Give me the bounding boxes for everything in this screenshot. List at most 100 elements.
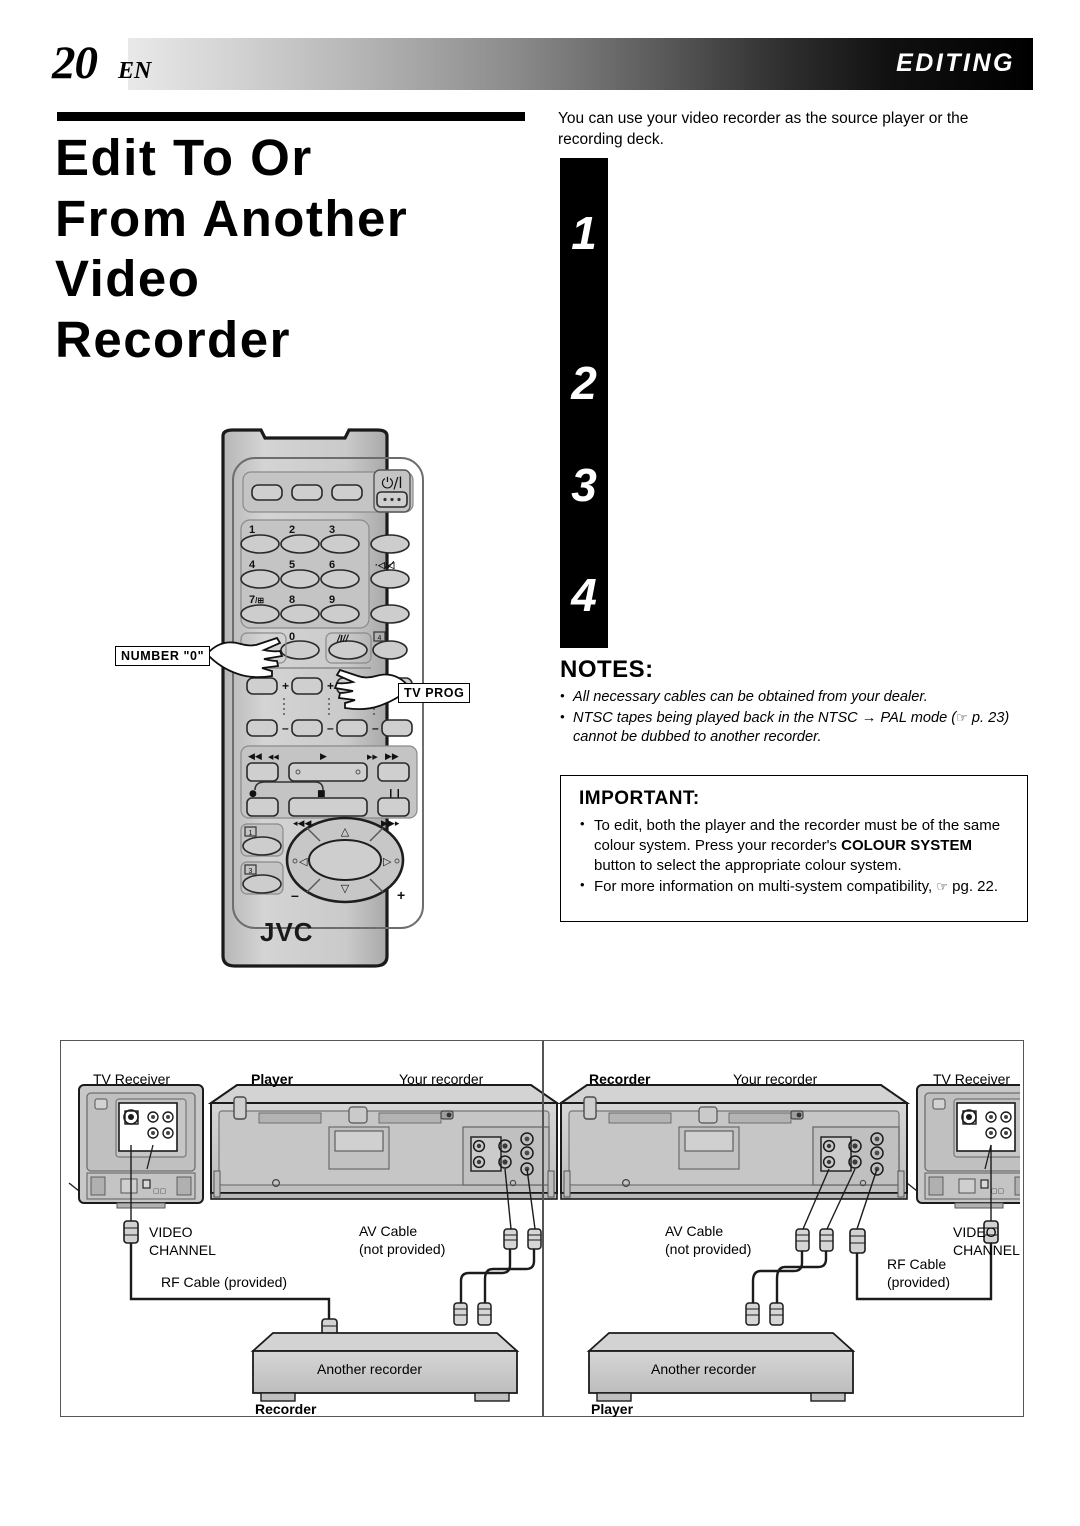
label-left-av-cable-line1: AV Cable xyxy=(359,1223,418,1239)
remote-button-top-1[interactable] xyxy=(251,484,283,501)
label-left-av-cable-line2: (not provided) xyxy=(359,1241,446,1257)
rewind-button[interactable] xyxy=(246,762,279,782)
key-button-9[interactable] xyxy=(320,604,360,624)
note-item-2: NTSC tapes being played back in the NTSC… xyxy=(560,708,1032,748)
tv-button-1[interactable] xyxy=(242,836,282,856)
left-tv-receiver: ▢▢ xyxy=(68,1084,204,1209)
important-1-b: button to select the appropriate colour … xyxy=(594,856,902,874)
rf-plug-tv xyxy=(123,1220,139,1244)
jvc-logo: JVC xyxy=(260,917,314,947)
channel-minus-button-1[interactable] xyxy=(246,719,278,737)
key-button-side-2[interactable] xyxy=(370,604,410,624)
minus-icon-1: – xyxy=(282,721,289,735)
callout-tv-prog: TV PROG xyxy=(398,683,471,703)
page-title-line-2: From Another xyxy=(55,189,409,247)
remote-control-illustration: ⏻/l 1 2 3 4 5 6 7/⊞ 8 9 0 ·◁/◁̸ /I// 4 +… xyxy=(115,428,490,973)
rewind-slow-icon: ◀◀ xyxy=(268,753,279,761)
left-your-recorder xyxy=(207,1084,561,1200)
label-left-your-recorder: Your recorder xyxy=(399,1071,484,1087)
volume-icon: ·◁/◁̸ xyxy=(375,560,395,570)
rf-plug-right xyxy=(849,1228,866,1254)
note-2-b: PAL mode ( xyxy=(876,709,957,726)
key-button-6[interactable] xyxy=(320,569,360,589)
key-label-6: 6 xyxy=(329,559,335,571)
rca-plug xyxy=(503,1228,542,1250)
label-left-player: Player xyxy=(251,1071,294,1087)
page-title: Edit To Or From Another Video Recorder xyxy=(55,128,555,371)
key-button-volume[interactable] xyxy=(370,569,410,589)
diagram-svg: ▢▢ ▢▢ xyxy=(68,1084,1042,1402)
key-label-2: 2 xyxy=(289,524,295,536)
key-button-7[interactable] xyxy=(240,604,280,624)
tv-num-icon-1: 1 xyxy=(249,830,253,837)
connection-diagrams: ▢▢ ▢▢ TV Receiver Player Your recorder V… xyxy=(60,1040,1042,1417)
key-button-3[interactable] xyxy=(320,534,360,554)
key-button-side-1[interactable] xyxy=(370,534,410,554)
channel-minus-button-4[interactable] xyxy=(381,719,413,737)
section-title: EDITING xyxy=(896,49,1015,77)
diagram-divider xyxy=(542,1041,544,1416)
key-label-9: 9 xyxy=(329,594,335,606)
channel-plus-button-2[interactable] xyxy=(291,677,323,695)
label-right-tv-receiver: TV Receiver xyxy=(933,1071,1011,1087)
prev-icon: ◂◀◀ xyxy=(293,819,311,829)
shuttle-center[interactable] xyxy=(308,839,382,881)
remote-top-buttons[interactable] xyxy=(251,484,363,501)
label-left-video-line1: VIDEO xyxy=(149,1224,193,1240)
key-button-display[interactable] xyxy=(372,640,408,660)
right-arrow-icon: ▷ xyxy=(383,855,392,868)
important-item-2: For more information on multi-system com… xyxy=(579,876,1009,897)
remote-button-top-3[interactable] xyxy=(331,484,363,501)
key-button-1[interactable] xyxy=(240,534,280,554)
stop-button[interactable] xyxy=(288,797,368,817)
key-button-5[interactable] xyxy=(280,569,320,589)
fastforward-icon: ▶▶ xyxy=(385,752,399,762)
channel-plus-button-1[interactable] xyxy=(246,677,278,695)
tv-button-2[interactable] xyxy=(242,874,282,894)
play-icon: ▶ xyxy=(320,752,327,762)
key-button-0[interactable] xyxy=(280,640,320,660)
step-number-2: 2 xyxy=(571,357,597,409)
step-number-1: 1 xyxy=(571,207,597,259)
note-item-1: All necessary cables can be obtained fro… xyxy=(560,687,1032,708)
key-button-2[interactable] xyxy=(280,534,320,554)
label-right-video-line1: VIDEO xyxy=(953,1224,997,1240)
label-right-rf-cable-line1: RF Cable xyxy=(887,1256,947,1272)
label-left-tv-receiver: TV Receiver xyxy=(93,1071,171,1087)
key-button-8[interactable] xyxy=(280,604,320,624)
play-button[interactable] xyxy=(288,762,368,782)
key-button-4[interactable] xyxy=(240,569,280,589)
power-dot-2 xyxy=(390,497,394,502)
up-arrow-icon: △ xyxy=(341,825,350,838)
notes-heading: NOTES: xyxy=(560,656,654,683)
record-button[interactable] xyxy=(246,797,279,817)
remote-button-top-2[interactable] xyxy=(291,484,323,501)
label-right-av-cable-line1: AV Cable xyxy=(665,1223,724,1239)
tv-num-icon-2: 3 xyxy=(249,868,253,875)
fastforward-button[interactable] xyxy=(377,762,410,782)
channel-minus-button-3[interactable] xyxy=(336,719,368,737)
rca-plug-right xyxy=(795,1228,834,1252)
display-num-icon: 4 xyxy=(378,635,382,642)
ff-slow-icon: ▶▶ xyxy=(367,753,378,761)
label-right-your-recorder: Your recorder xyxy=(733,1071,818,1087)
title-rule xyxy=(57,112,525,121)
channel-minus-button-2[interactable] xyxy=(291,719,323,737)
speed-icon: /I// xyxy=(336,634,349,645)
next-icon: ▶▶▸ xyxy=(381,819,400,829)
minus-icon-2: – xyxy=(327,721,334,735)
notes-block: All necessary cables can be obtained fro… xyxy=(560,687,1032,749)
important-2-a: For more information on multi-system com… xyxy=(594,877,937,895)
pause-button[interactable] xyxy=(377,797,410,817)
right-your-recorder xyxy=(557,1084,911,1200)
minus-icon-3: – xyxy=(372,721,379,735)
label-right-bottom-role: Player xyxy=(591,1401,634,1417)
page-number: 20 xyxy=(52,37,98,89)
label-left-rf-cable: RF Cable (provided) xyxy=(161,1274,288,1290)
key-label-4: 4 xyxy=(249,559,256,571)
label-left-channel-line2: CHANNEL xyxy=(149,1242,216,1258)
svg-text:▢▢: ▢▢ xyxy=(153,1188,166,1195)
step-number-column: 1 2 3 4 xyxy=(560,158,608,648)
label-left-bottom-role: Recorder xyxy=(255,1401,317,1417)
label-left-another-recorder: Another recorder xyxy=(317,1361,423,1377)
